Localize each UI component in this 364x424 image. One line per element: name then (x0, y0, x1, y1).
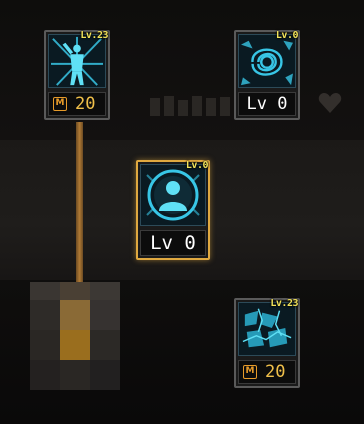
currency-m-icon: M (243, 365, 257, 379)
silhouette-portrait-icon (140, 164, 206, 226)
node-level-tag: Lv.23 (270, 298, 298, 309)
node-cost-value: 20 (265, 362, 286, 382)
node-level-bar: Lv 0 (238, 92, 296, 116)
node-level-bar: Lv 0 (140, 230, 206, 256)
node-cost-bar: M 20 (238, 360, 296, 384)
tree-connector-line (76, 122, 83, 282)
rose-pattern-icon (238, 34, 296, 88)
background-heart-icon (318, 93, 342, 113)
node-cost-bar: M 20 (48, 92, 106, 116)
node-level-tag: Lv.23 (80, 30, 108, 41)
skill-node-center[interactable]: Lv.0 Lv 0 (136, 160, 210, 260)
node-level-tag: Lv.0 (275, 30, 299, 41)
node-level-text: Lv 0 (246, 94, 288, 114)
node-level-tag: Lv.0 (185, 160, 209, 171)
currency-m-icon: M (53, 97, 67, 111)
node-cost-value: 20 (75, 94, 96, 114)
pixelated-locked-node (30, 282, 120, 390)
cracked-stone-icon (238, 302, 296, 356)
skill-tree-panel: Lv.23 M 20 Lv.0 Lv 0 Lv.0 Lv 0 Lv.23 M 2… (0, 0, 364, 424)
skill-node-top-left[interactable]: Lv.23 M 20 (44, 30, 110, 120)
figure-burst-icon (48, 34, 106, 88)
node-level-text: Lv 0 (150, 232, 196, 254)
skill-node-bottom-right[interactable]: Lv.23 M 20 (234, 298, 300, 388)
skill-node-top-right[interactable]: Lv.0 Lv 0 (234, 30, 300, 120)
